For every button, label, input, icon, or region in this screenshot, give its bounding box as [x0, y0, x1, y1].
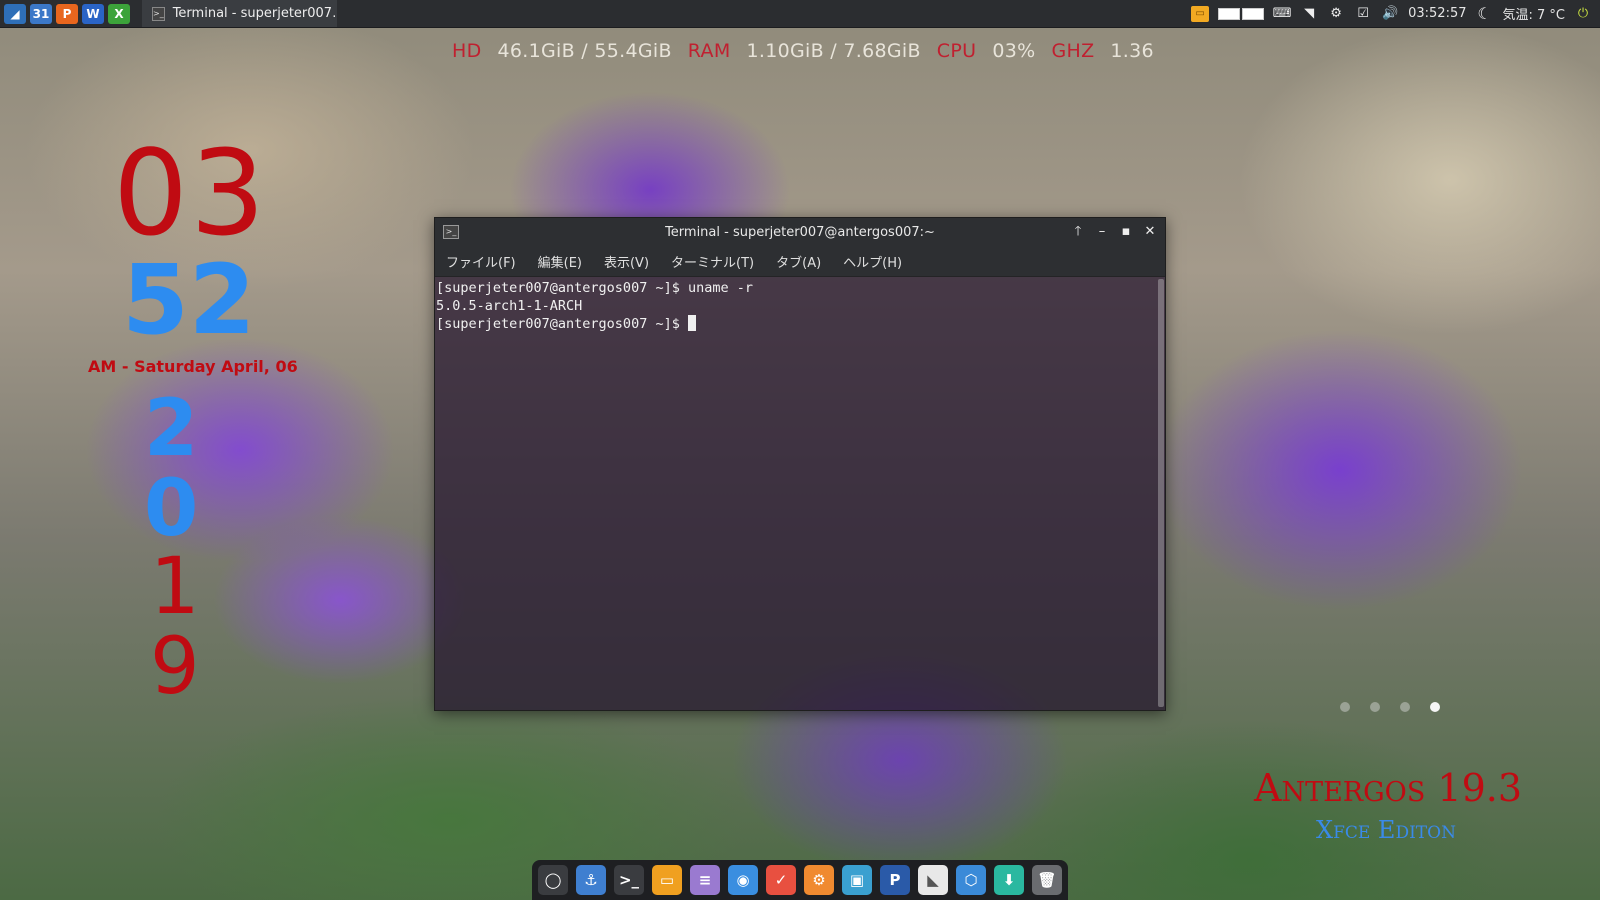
hd-label: HD: [452, 40, 482, 62]
desktop-clock-date: AM - Saturday April, 06: [88, 357, 298, 376]
year-digit: 9: [150, 622, 200, 712]
menu-help[interactable]: ヘルプ(H): [843, 252, 902, 271]
pdf-app-icon[interactable]: P: [880, 865, 910, 895]
terminal-line: 5.0.5-arch1-1-ARCH: [436, 298, 583, 314]
terminal-title: Terminal - superjeter007@antergos007:~: [665, 224, 935, 240]
terminal-menubar: ファイル(F) 編集(E) 表示(V) ターミナル(T) タブ(A) ヘルプ(H…: [435, 246, 1165, 277]
minimize-icon[interactable]: –: [1095, 225, 1109, 239]
menu-edit[interactable]: 編集(E): [538, 252, 582, 271]
close-icon[interactable]: ✕: [1143, 225, 1157, 239]
year-digit: 1: [150, 542, 200, 632]
terminal-scrollbar[interactable]: [1158, 279, 1164, 707]
hd-value: 46.1GiB / 55.4GiB: [497, 40, 672, 62]
menu-view[interactable]: 表示(V): [604, 252, 649, 271]
terminal-window[interactable]: >_ Terminal - superjeter007@antergos007:…: [434, 217, 1166, 711]
menu-file[interactable]: ファイル(F): [446, 252, 516, 271]
gear-icon[interactable]: ⚙: [1327, 6, 1345, 22]
dock: ◯ ⚓ >_ ▭ ≡ ◉ ✓ ⚙ ▣ P ◣ ⬡ ⬇ 🗑: [532, 860, 1068, 900]
file-manager-icon[interactable]: ▭: [652, 865, 682, 895]
keyboard-icon[interactable]: ⌨: [1273, 6, 1292, 22]
settings-app-icon[interactable]: ⚙: [804, 865, 834, 895]
taskbar-terminal-label: Terminal - superjeter007…: [172, 6, 337, 21]
top-panel: ◢ 31 P W X >_ Terminal - superjeter007… ▭ ⌨ …: [0, 0, 1600, 28]
update-icon[interactable]: ⬇: [994, 865, 1024, 895]
launcher-group: ◢ 31 P W X: [0, 3, 130, 24]
anchor-icon[interactable]: ⚓: [576, 865, 606, 895]
presentation-app-icon[interactable]: P: [56, 3, 78, 24]
volume-icon[interactable]: 🔊: [1381, 6, 1399, 22]
terminal-icon[interactable]: >_: [614, 865, 644, 895]
workspace-1[interactable]: [1218, 7, 1241, 20]
terminal-icon[interactable]: >_: [443, 225, 459, 239]
system-tray: ▭ ⌨ ◥ ⚙ ☑ 🔊 03:52:57 ☾ 気温: 7 °C ⏻: [1191, 4, 1600, 23]
terminal-titlebar[interactable]: >_ Terminal - superjeter007@antergos007:…: [435, 218, 1165, 246]
year-digit: 0: [144, 464, 199, 554]
calendar-icon[interactable]: 31: [30, 3, 52, 24]
show-desktop-icon[interactable]: ◯: [538, 865, 568, 895]
task-manager-icon[interactable]: ✓: [766, 865, 796, 895]
writer-app-icon[interactable]: W: [82, 3, 104, 24]
keep-above-icon[interactable]: 🡑: [1071, 225, 1085, 239]
document-icon[interactable]: ◣: [918, 865, 948, 895]
wifi-icon[interactable]: ◥: [1300, 6, 1318, 22]
workspace-dot[interactable]: [1370, 702, 1380, 712]
terminal-output[interactable]: [superjeter007@antergos007 ~]$ uname -r …: [435, 277, 1165, 709]
workspace-dot[interactable]: [1340, 702, 1350, 712]
clipboard-check-icon[interactable]: ☑: [1354, 6, 1372, 22]
menu-tabs[interactable]: タブ(A): [776, 252, 821, 271]
ram-label: RAM: [687, 40, 731, 62]
trash-icon[interactable]: 🗑: [1032, 865, 1062, 895]
ghz-value: 1.36: [1110, 40, 1154, 62]
cpu-label: CPU: [936, 40, 977, 62]
package-icon[interactable]: ⬡: [956, 865, 986, 895]
ghz-label: GHZ: [1051, 40, 1095, 62]
workspace-dot[interactable]: [1430, 702, 1440, 712]
menu-terminal[interactable]: ターミナル(T): [671, 252, 754, 271]
text-editor-icon[interactable]: ≡: [690, 865, 720, 895]
whisker-menu-icon[interactable]: ◢: [4, 3, 26, 24]
desktop-clock-minute: 52: [122, 244, 256, 356]
desktop-clock-hour: 03: [113, 124, 268, 262]
terminal-prompt-line: [superjeter007@antergos007 ~]$: [436, 315, 1164, 333]
spreadsheet-app-icon[interactable]: X: [108, 3, 130, 24]
workspace-2[interactable]: [1242, 7, 1265, 20]
text-cursor: [687, 315, 696, 331]
moon-weather-icon[interactable]: ☾: [1476, 4, 1494, 23]
power-icon[interactable]: ⏻: [1574, 6, 1592, 22]
year-digit: 2: [144, 384, 199, 474]
system-stats-widget: HD 46.1GiB / 55.4GiB RAM 1.10GiB / 7.68G…: [452, 40, 1154, 62]
folder-icon[interactable]: ▭: [1191, 5, 1210, 22]
maximize-icon[interactable]: ▪: [1119, 225, 1133, 239]
terminal-icon: >_: [152, 6, 165, 21]
cpu-value: 03%: [992, 40, 1036, 62]
distro-edition: Xfce Editon: [1316, 816, 1456, 844]
terminal-line: [superjeter007@antergos007 ~]$ uname -r: [436, 280, 753, 296]
workspace-switcher[interactable]: [1218, 7, 1265, 20]
ram-value: 1.10GiB / 7.68GiB: [746, 40, 921, 62]
browser-icon[interactable]: ◉: [728, 865, 758, 895]
workspace-dot[interactable]: [1400, 702, 1410, 712]
terminal-prompt: [superjeter007@antergos007 ~]$: [436, 316, 688, 332]
panel-weather[interactable]: 気温: 7 °C: [1503, 4, 1566, 23]
taskbar-terminal-button[interactable]: >_ Terminal - superjeter007…: [142, 0, 337, 27]
distro-name: Antergos 19.3: [1254, 766, 1523, 810]
workspace-dots: [1340, 702, 1440, 712]
image-viewer-icon[interactable]: ▣: [842, 865, 872, 895]
panel-clock[interactable]: 03:52:57: [1408, 6, 1466, 21]
